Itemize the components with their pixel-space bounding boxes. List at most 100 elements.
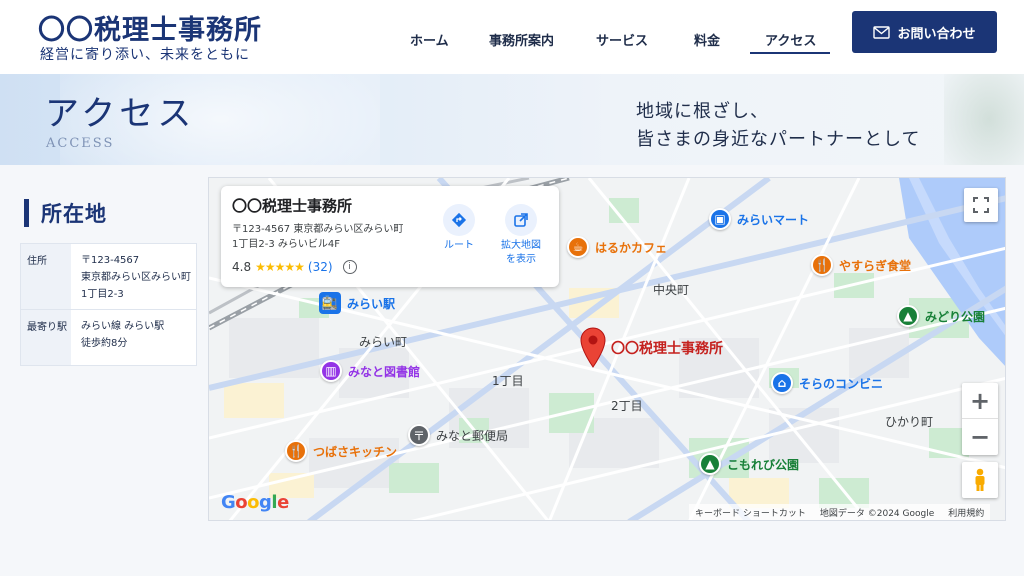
station-value: みらい線 みらい駅 徒歩約8分 [71, 310, 196, 365]
area-label-hikari: ひかり町 [885, 415, 934, 429]
leaf-decoration [944, 74, 1024, 165]
enlarge-label: 拡大地図 [501, 240, 541, 251]
page-title-en: ACCESS [46, 136, 115, 151]
rating-value: 4.8 [232, 260, 252, 274]
poi-cafe-label: はるかカフェ [595, 240, 668, 255]
nav-home[interactable]: ホーム [410, 30, 449, 49]
info-icon[interactable]: i [342, 260, 357, 274]
poi-park-komorebi-label: こもれび公園 [727, 457, 800, 472]
nav-access[interactable]: アクセス [765, 30, 816, 49]
poi-park-komorebi[interactable]: ▲ こもれび公園 [699, 453, 799, 475]
location-table: 住所 〒123-4567 東京都みらい区みらい町 1丁目2-3 最寄り駅 みらい… [20, 243, 197, 366]
location-pin-icon[interactable] [579, 326, 607, 368]
hero-copy-line-2: 皆さまの身近なパートナーとして [636, 129, 921, 150]
nav-pricing[interactable]: 料金 [694, 30, 720, 49]
rating-stars: ★★★★★ [255, 260, 305, 274]
place-address-line: 〒123-4567 東京都みらい区みらい町 [232, 224, 404, 235]
zoom-in-button[interactable]: + [962, 383, 998, 419]
station-label: 最寄り駅 [21, 310, 71, 365]
restaurant-icon: 🍴 [285, 440, 307, 462]
section-accent-bar [24, 199, 29, 227]
google-map[interactable]: 中央町 みらい町 1丁目 2丁目 ひかり町 🚉 みらい駅 ▣ みらいマート ☕ … [208, 177, 1006, 521]
enlarge-label: を表示 [506, 254, 536, 265]
place-name[interactable]: 〇〇税理士事務所 [232, 195, 352, 216]
cafe-icon: ☕ [567, 236, 589, 258]
street-view-button[interactable] [962, 462, 998, 498]
poi-diner-label: やすらぎ食堂 [839, 258, 912, 273]
pegman-icon [975, 468, 985, 491]
keyboard-shortcuts-link[interactable]: キーボード ショートカット [695, 506, 806, 519]
tree-icon: ▲ [897, 305, 919, 327]
shopping-bag-icon: ▣ [709, 208, 731, 230]
address-line: 東京都みらい区みらい町 [81, 272, 191, 283]
tree-icon: ▲ [699, 453, 721, 475]
logo-subtitle: 経営に寄り添い、未来をともに [40, 47, 250, 63]
route-button[interactable]: ルート [431, 204, 487, 253]
review-count-link[interactable]: (32) [308, 260, 333, 274]
nav-services[interactable]: サービス [596, 30, 648, 49]
poi-library[interactable]: ▥ みなと図書館 [320, 360, 420, 382]
zoom-out-button[interactable]: − [962, 419, 998, 455]
restaurant-icon: 🍴 [811, 254, 833, 276]
poi-mart[interactable]: ▣ みらいマート [709, 208, 809, 230]
address-value: 〒123-4567 東京都みらい区みらい町 1丁目2-3 [71, 244, 196, 309]
section-title: 所在地 [41, 201, 107, 226]
table-row-station: 最寄り駅 みらい線 みらい駅 徒歩約8分 [21, 310, 196, 365]
poi-station[interactable]: 🚉 みらい駅 [319, 292, 395, 314]
mail-icon [873, 25, 891, 39]
poi-post-label: みなと郵便局 [436, 428, 509, 443]
area-label-chuo: 中央町 [653, 283, 690, 297]
poi-station-label: みらい駅 [347, 296, 396, 311]
train-icon: 🚉 [319, 292, 341, 314]
poi-park-midori[interactable]: ▲ みどり公園 [897, 305, 985, 327]
zoom-control: + − [962, 383, 998, 455]
nav-about[interactable]: 事務所案内 [489, 30, 554, 49]
map-data-text: 地図データ ©2024 Google [819, 509, 935, 519]
poi-convenience[interactable]: ⌂ そらのコンビニ [771, 372, 883, 394]
poi-cafe[interactable]: ☕ はるかカフェ [567, 236, 667, 258]
area-label-1chome: 1丁目 [492, 374, 524, 388]
directions-icon [443, 204, 475, 236]
nav-active-indicator [750, 52, 830, 54]
terms-link[interactable]: 利用規約 [948, 506, 984, 519]
open-external-icon [505, 204, 537, 236]
poi-mart-label: みらいマート [737, 212, 810, 227]
poi-kitchen[interactable]: 🍴 つばさキッチン [285, 440, 397, 462]
address-line: 〒123-4567 [81, 255, 140, 266]
area-label-2chome: 2丁目 [611, 399, 643, 413]
place-address: 〒123-4567 東京都みらい区みらい町 1丁目2-3 みらいビル4F [232, 222, 432, 252]
logo-title[interactable]: 〇〇税理士事務所 [38, 8, 262, 47]
station-line: みらい線 みらい駅 [81, 321, 165, 332]
address-label: 住所 [21, 244, 71, 309]
post-office-icon: 〒 [408, 424, 430, 446]
page-title: アクセス [45, 94, 196, 134]
area-label-mirai: みらい町 [359, 335, 408, 349]
book-icon: ▥ [320, 360, 342, 382]
poi-post[interactable]: 〒 みなと郵便局 [408, 424, 508, 446]
station-line: 徒歩約8分 [81, 338, 128, 349]
hero-copy: 地域に根ざし、 皆さまの身近なパートナーとして [636, 98, 920, 154]
poi-library-label: みなと図書館 [348, 364, 421, 379]
poi-park-midori-label: みどり公園 [925, 309, 986, 324]
hero-banner: アクセス ACCESS 地域に根ざし、 皆さまの身近なパートナーとして [0, 74, 1024, 165]
contact-button-label: お問い合わせ [897, 26, 976, 42]
google-logo[interactable]: Google [221, 492, 289, 513]
route-label: ルート [444, 240, 474, 251]
poi-convenience-label: そらのコンビニ [799, 376, 884, 391]
place-address-line: 1丁目2-3 みらいビル4F [232, 239, 340, 250]
poi-diner[interactable]: 🍴 やすらぎ食堂 [811, 254, 911, 276]
table-row-address: 住所 〒123-4567 東京都みらい区みらい町 1丁目2-3 [21, 244, 196, 310]
place-rating: 4.8 ★★★★★ (32) i [232, 260, 357, 274]
map-attribution: キーボード ショートカット 地図データ ©2024 Google 利用規約 [689, 504, 991, 520]
poi-kitchen-label: つばさキッチン [313, 444, 398, 459]
hero-copy-line-1: 地域に根ざし、 [636, 101, 769, 122]
place-card: 〇〇税理士事務所 〒123-4567 東京都みらい区みらい町 1丁目2-3 みら… [221, 186, 559, 287]
address-line: 1丁目2-3 [81, 289, 124, 300]
store-icon: ⌂ [771, 372, 793, 394]
site-header: 〇〇税理士事務所 経営に寄り添い、未来をともに ホーム 事務所案内 サービス 料… [0, 0, 1024, 74]
pin-label: 〇〇税理士事務所 [611, 341, 723, 357]
fullscreen-button[interactable] [964, 188, 998, 222]
contact-button[interactable]: お問い合わせ [852, 11, 997, 53]
fullscreen-icon [973, 197, 989, 213]
enlarge-map-button[interactable]: 拡大地図 を表示 [493, 204, 549, 267]
